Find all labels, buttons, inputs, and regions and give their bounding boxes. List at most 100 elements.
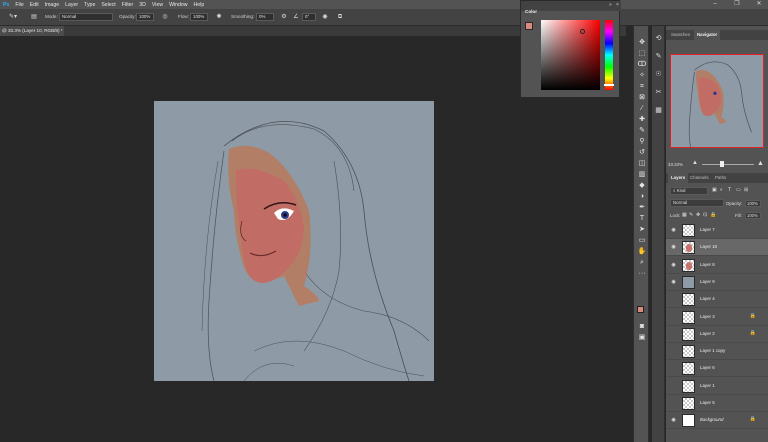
layer-row[interactable]: Layer 6 (666, 360, 768, 378)
layer-row[interactable]: Layer 2 🔒 (666, 325, 768, 343)
crop-tool-icon[interactable]: ⌗ (637, 82, 647, 91)
blend-mode-select[interactable]: Normal (670, 199, 724, 207)
layer-thumbnail[interactable] (682, 397, 695, 410)
dodge-tool-icon[interactable]: ◑ (637, 192, 647, 201)
menu-file[interactable]: File (15, 2, 23, 8)
layer-row[interactable]: ◉ Layer 10 (666, 239, 768, 257)
document-tab[interactable]: @ 33.3% (Layer 10, RGB/8) * (0, 26, 64, 36)
gradient-tool-icon[interactable]: ▥ (637, 170, 647, 179)
eye-hidden-icon[interactable] (670, 400, 677, 407)
libraries-panel-icon[interactable]: ▦ (654, 106, 663, 115)
zoom-slider[interactable] (702, 164, 754, 165)
healing-tool-icon[interactable]: ✚ (637, 115, 647, 124)
menu-filter[interactable]: Filter (122, 2, 134, 8)
history-panel-icon[interactable]: ⟲ (654, 34, 663, 43)
eye-icon[interactable]: ◉ (670, 262, 677, 269)
smoothing-input[interactable]: 0% (256, 13, 274, 21)
layer-row[interactable]: Layer 4 (666, 291, 768, 309)
layer-row[interactable]: Layer 1 (666, 377, 768, 395)
filter-adjustment-icon[interactable]: ◐ (720, 187, 723, 193)
layer-name[interactable]: Layer 3 (700, 314, 715, 319)
layer-thumbnail[interactable] (682, 379, 695, 393)
menu-layer[interactable]: Layer (65, 2, 78, 8)
brush-preset-icon[interactable]: ✎▾ (4, 13, 22, 21)
zoom-in-icon[interactable]: ▲ (757, 160, 764, 167)
angle-icon[interactable]: ∠ (292, 13, 300, 21)
restore-icon[interactable]: ❐ (730, 0, 744, 9)
layer-name[interactable]: Layer 1 copy (700, 348, 725, 353)
menu-view[interactable]: View (152, 2, 163, 8)
eye-icon[interactable]: ◉ (670, 417, 677, 424)
flow-input[interactable]: 100% (190, 13, 208, 21)
layer-name[interactable]: Layer 10 (700, 244, 717, 249)
eye-hidden-icon[interactable] (670, 314, 677, 321)
tab-layers[interactable]: Layers (668, 173, 689, 183)
gear-icon[interactable]: ⚙ (280, 13, 288, 21)
navigator-preview[interactable] (670, 54, 764, 148)
layer-name[interactable]: Layer 4 (700, 296, 715, 301)
tab-channels[interactable]: Channels (687, 173, 712, 183)
pen-tool-icon[interactable]: ✒ (637, 203, 647, 212)
navigator-zoom-value[interactable]: 33.33% (668, 162, 683, 167)
lock-position-icon[interactable]: ✥ (696, 212, 700, 218)
menu-window[interactable]: Window (169, 2, 187, 8)
opacity-input[interactable]: 100% (136, 13, 154, 21)
eye-icon[interactable]: ◉ (670, 227, 677, 234)
eye-hidden-icon[interactable] (670, 383, 677, 390)
color-panel-title[interactable]: Color (525, 9, 537, 14)
filter-smart-object-icon[interactable]: ⊞ (744, 187, 748, 193)
layer-name[interactable]: Background (700, 417, 723, 422)
clone-stamp-tool-icon[interactable]: ⚲ (637, 137, 647, 146)
hue-slider-handle[interactable] (604, 84, 614, 86)
layer-row[interactable]: Layer 5 (666, 395, 768, 412)
layer-thumbnail[interactable] (682, 327, 695, 341)
layer-opacity-input[interactable]: 100% (745, 200, 761, 207)
quick-mask-icon[interactable]: ◙ (637, 322, 647, 331)
layer-name[interactable]: Layer 1 (700, 383, 715, 388)
panel-collapse-icon[interactable]: » (609, 2, 612, 8)
layer-name[interactable]: Layer 7 (700, 227, 715, 232)
panel-close-icon[interactable]: × (616, 2, 619, 8)
mode-select[interactable]: Normal (59, 13, 113, 21)
layer-thumbnail[interactable] (682, 310, 695, 324)
layer-row[interactable]: ◉ Background 🔒 (666, 412, 768, 430)
marquee-tool-icon[interactable]: ⬚ (637, 49, 647, 58)
pressure-size-icon[interactable]: ◉ (321, 13, 329, 21)
layer-name[interactable]: Layer 9 (700, 279, 715, 284)
canvas[interactable] (154, 101, 434, 381)
brush-settings-icon[interactable]: ▤ (30, 13, 38, 21)
screen-mode-icon[interactable]: ▣ (637, 333, 647, 342)
lock-image-icon[interactable]: ✎ (689, 212, 693, 218)
layer-filter-select[interactable]: ⌕ Kind (670, 187, 708, 195)
eye-hidden-icon[interactable] (670, 365, 677, 372)
menu-edit[interactable]: Edit (30, 2, 39, 8)
fill-input[interactable]: 100% (745, 212, 761, 219)
hand-tool-icon[interactable]: ✋ (637, 247, 647, 256)
frame-tool-icon[interactable]: ⊠ (637, 93, 647, 102)
eye-hidden-icon[interactable] (670, 348, 677, 355)
layer-thumbnail[interactable] (682, 345, 695, 359)
airbrush-icon[interactable]: ✺ (215, 13, 223, 21)
filter-pixel-icon[interactable]: ▣ (712, 187, 717, 193)
layer-thumbnail[interactable] (682, 224, 695, 237)
type-tool-icon[interactable]: T (637, 214, 647, 223)
menu-3d[interactable]: 3D (139, 2, 146, 8)
angle-input[interactable]: 0° (302, 13, 316, 21)
layer-name[interactable]: Layer 5 (700, 400, 715, 405)
layer-name[interactable]: Layer 2 (700, 331, 715, 336)
symmetry-icon[interactable]: ⧉ (336, 13, 344, 21)
lock-transparent-icon[interactable]: ▦ (682, 212, 687, 218)
layer-row[interactable]: ◉ Layer 8 (666, 256, 768, 274)
history-brush-tool-icon[interactable]: ↺ (637, 148, 647, 157)
layer-row[interactable]: Layer 1 copy (666, 343, 768, 361)
eraser-tool-icon[interactable]: ◫ (637, 159, 647, 168)
toolbar-foreground-color[interactable] (637, 306, 644, 313)
menu-help[interactable]: Help (194, 2, 205, 8)
eye-icon[interactable]: ◉ (670, 244, 677, 251)
zoom-out-icon[interactable]: ▲ (692, 160, 698, 166)
hue-slider[interactable] (604, 20, 614, 90)
layer-name[interactable]: Layer 8 (700, 262, 715, 267)
menu-image[interactable]: Image (45, 2, 59, 8)
blur-tool-icon[interactable]: ◆ (637, 181, 647, 190)
menu-select[interactable]: Select (101, 2, 115, 8)
